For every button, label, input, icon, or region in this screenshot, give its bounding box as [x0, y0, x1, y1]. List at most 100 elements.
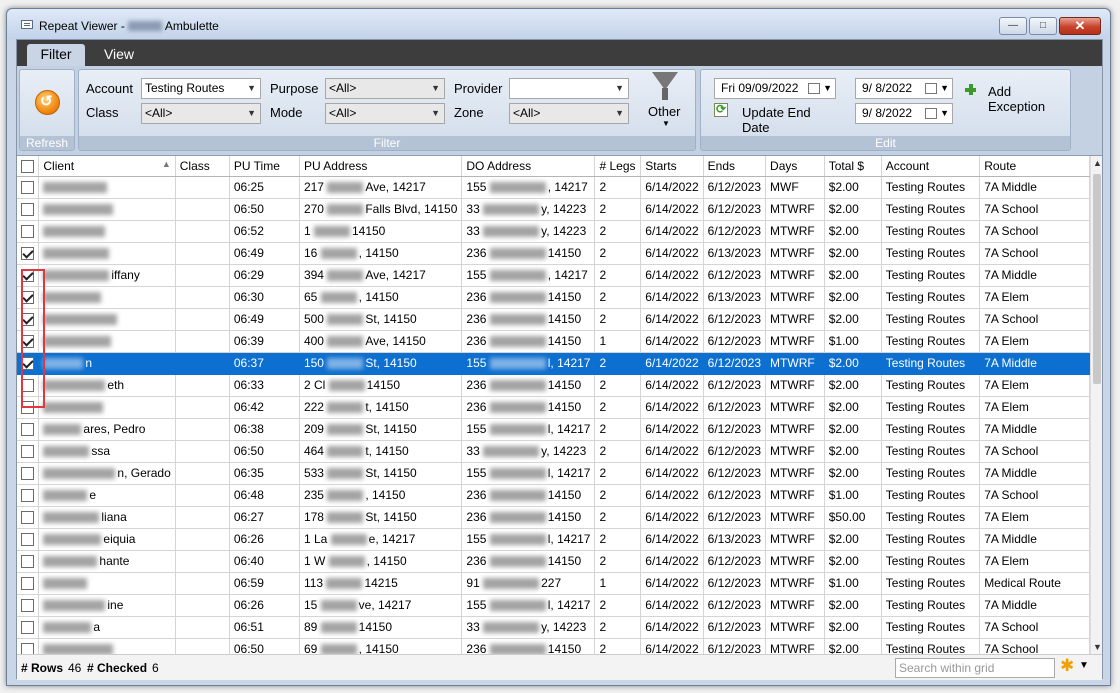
row-checkbox[interactable] — [21, 533, 34, 547]
row-checkbox-cell[interactable] — [17, 220, 40, 243]
row-checkbox[interactable] — [21, 247, 34, 261]
table-row[interactable]: ine 06:26 15 ve, 14217 155 l, 14217 2 6/14/20… — [17, 594, 1090, 617]
row-checkbox[interactable] — [21, 379, 34, 393]
end-date-picker[interactable]: Fri 09/09/2022 ▼ — [714, 78, 836, 99]
exception-date-end[interactable]: 9/ 8/2022 ▼ — [855, 103, 953, 124]
row-checkbox[interactable] — [21, 313, 34, 327]
row-checkbox[interactable] — [21, 181, 34, 195]
row-checkbox-cell[interactable] — [17, 462, 40, 485]
table-row[interactable]: eth 06:33 2 Cl 14150 236 14150 2 6/14/2022 6/1… — [17, 374, 1090, 397]
row-checkbox-cell[interactable] — [17, 198, 40, 221]
row-checkbox-cell[interactable] — [17, 594, 40, 617]
add-exception-button[interactable]: Add Exception — [963, 81, 1071, 114]
row-checkbox-cell[interactable] — [17, 286, 40, 309]
row-checkbox-cell[interactable] — [17, 484, 40, 507]
tab-view[interactable]: View — [95, 44, 143, 66]
row-checkbox-cell[interactable] — [17, 506, 40, 529]
row-checkbox[interactable] — [21, 357, 34, 371]
other-filter-button[interactable]: Other ▼ — [638, 70, 693, 132]
row-checkbox-cell[interactable] — [17, 242, 40, 265]
refresh-icon[interactable] — [35, 90, 60, 115]
zone-select[interactable]: <All> ▼ — [509, 103, 629, 124]
column-header-account[interactable]: Account — [881, 156, 981, 177]
column-header-do-address[interactable]: DO Address — [461, 156, 596, 177]
row-checkbox[interactable] — [21, 225, 34, 239]
row-checkbox[interactable] — [21, 203, 34, 217]
row-checkbox[interactable] — [21, 335, 34, 349]
table-row[interactable]: 06:59 113 14215 91 227 1 6/14/2022 6/12/2023 M… — [17, 572, 1090, 595]
row-checkbox[interactable] — [21, 269, 34, 283]
row-checkbox[interactable] — [21, 643, 34, 654]
table-row[interactable]: 06:25 217 Ave, 14217 155 , 14217 2 6/14/2022… — [17, 176, 1090, 199]
table-row[interactable]: 06:42 222 t, 14150 236 14150 2 6/14/2022 6/12… — [17, 396, 1090, 419]
chevron-down-icon[interactable]: ▼ — [1079, 660, 1089, 671]
row-checkbox[interactable] — [21, 467, 34, 481]
minimize-button[interactable]: — — [999, 17, 1027, 35]
row-checkbox[interactable] — [21, 599, 34, 613]
row-checkbox[interactable] — [21, 445, 34, 459]
row-checkbox-cell[interactable] — [17, 440, 40, 463]
row-checkbox-cell[interactable] — [17, 330, 40, 353]
maximize-button[interactable]: □ — [1029, 17, 1057, 35]
column-header-legs[interactable]: # Legs — [594, 156, 642, 177]
row-checkbox-cell[interactable] — [17, 396, 40, 419]
scroll-up-icon[interactable]: ▲ — [1093, 158, 1102, 168]
column-header-ends[interactable]: Ends — [703, 156, 767, 177]
table-row[interactable]: ssa 06:50 464 t, 14150 33 y, 14223 2 6/14/202… — [17, 440, 1090, 463]
scroll-thumb[interactable] — [1093, 174, 1101, 384]
row-checkbox[interactable] — [21, 489, 34, 503]
row-checkbox-cell[interactable] — [17, 418, 40, 441]
row-checkbox-cell[interactable] — [17, 616, 40, 639]
select-all-header[interactable] — [17, 156, 40, 177]
row-checkbox-cell[interactable] — [17, 264, 40, 287]
table-row[interactable]: 06:50 69 , 14150 236 14150 2 6/14/2022 6/12/2… — [17, 638, 1090, 654]
table-row[interactable]: a 06:51 89 14150 33 y, 14223 2 6/14/2022 6/12/… — [17, 616, 1090, 639]
column-header-route[interactable]: Route — [979, 156, 1090, 177]
exception-date-start[interactable]: 9/ 8/2022 ▼ — [855, 78, 953, 99]
tab-filter[interactable]: Filter — [27, 44, 85, 66]
row-checkbox-cell[interactable] — [17, 352, 40, 375]
row-checkbox-cell[interactable] — [17, 550, 40, 573]
table-row[interactable]: n, Gerado 06:35 533 St, 14150 155 l, 14217 2… — [17, 462, 1090, 485]
grid-search-input[interactable]: Search within grid — [895, 658, 1055, 678]
table-row[interactable]: 06:50 270 Falls Blvd, 14150 33 y, 14223 2 6/… — [17, 198, 1090, 221]
row-checkbox[interactable] — [21, 401, 34, 415]
table-row[interactable]: 06:52 1 14150 33 y, 14223 2 6/14/2022 6/12/20… — [17, 220, 1090, 243]
scroll-down-icon[interactable]: ▼ — [1093, 642, 1102, 652]
column-header-pu-address[interactable]: PU Address — [299, 156, 463, 177]
row-checkbox[interactable] — [21, 291, 34, 305]
update-end-date-button[interactable]: Update End Date — [714, 100, 839, 135]
class-select[interactable]: <All> ▼ — [141, 103, 261, 124]
row-checkbox-cell[interactable] — [17, 176, 40, 199]
row-checkbox[interactable] — [21, 621, 34, 635]
row-checkbox[interactable] — [21, 577, 34, 591]
row-checkbox-cell[interactable] — [17, 528, 40, 551]
column-header-class[interactable]: Class — [175, 156, 230, 177]
column-header-total[interactable]: Total $ — [824, 156, 882, 177]
column-header-client[interactable]: Client ▲ — [38, 156, 176, 177]
row-checkbox[interactable] — [21, 423, 34, 437]
provider-select[interactable]: ▼ — [509, 78, 629, 99]
table-row[interactable]: n 06:37 150 St, 14150 155 l, 14217 2 6/14/202… — [17, 352, 1090, 375]
row-checkbox[interactable] — [21, 555, 34, 569]
account-select[interactable]: Testing Routes ▼ — [141, 78, 261, 99]
close-button[interactable]: ✕ — [1059, 17, 1101, 35]
purpose-select[interactable]: <All> ▼ — [325, 78, 445, 99]
row-checkbox-cell[interactable] — [17, 374, 40, 397]
row-checkbox[interactable] — [21, 511, 34, 525]
table-row[interactable]: e 06:48 235 , 14150 236 14150 2 6/14/2022 6/12… — [17, 484, 1090, 507]
table-row[interactable]: 06:30 65 , 14150 236 14150 2 6/14/2022 6/13/2… — [17, 286, 1090, 309]
table-row[interactable]: 06:49 500 St, 14150 236 14150 2 6/14/2022 6/1… — [17, 308, 1090, 331]
mode-select[interactable]: <All> ▼ — [325, 103, 445, 124]
column-header-starts[interactable]: Starts — [640, 156, 704, 177]
table-row[interactable]: 06:39 400 Ave, 14150 236 14150 1 6/14/2022 6/… — [17, 330, 1090, 353]
table-row[interactable]: ares, Pedro 06:38 209 St, 14150 155 l, 1421… — [17, 418, 1090, 441]
row-checkbox-cell[interactable] — [17, 308, 40, 331]
table-row[interactable]: 06:49 16 , 14150 236 14150 2 6/14/2022 6/13/2… — [17, 242, 1090, 265]
table-row[interactable]: eiquia 06:26 1 La e, 14217 155 l, 14217 2 6/1… — [17, 528, 1090, 551]
row-checkbox-cell[interactable] — [17, 572, 40, 595]
column-header-pu-time[interactable]: PU Time — [229, 156, 300, 177]
table-row[interactable]: liana 06:27 178 St, 14150 236 14150 2 6/14/20… — [17, 506, 1090, 529]
table-row[interactable]: hante 06:40 1 W , 14150 236 14150 2 6/14/2022… — [17, 550, 1090, 573]
select-all-checkbox[interactable] — [21, 159, 34, 173]
